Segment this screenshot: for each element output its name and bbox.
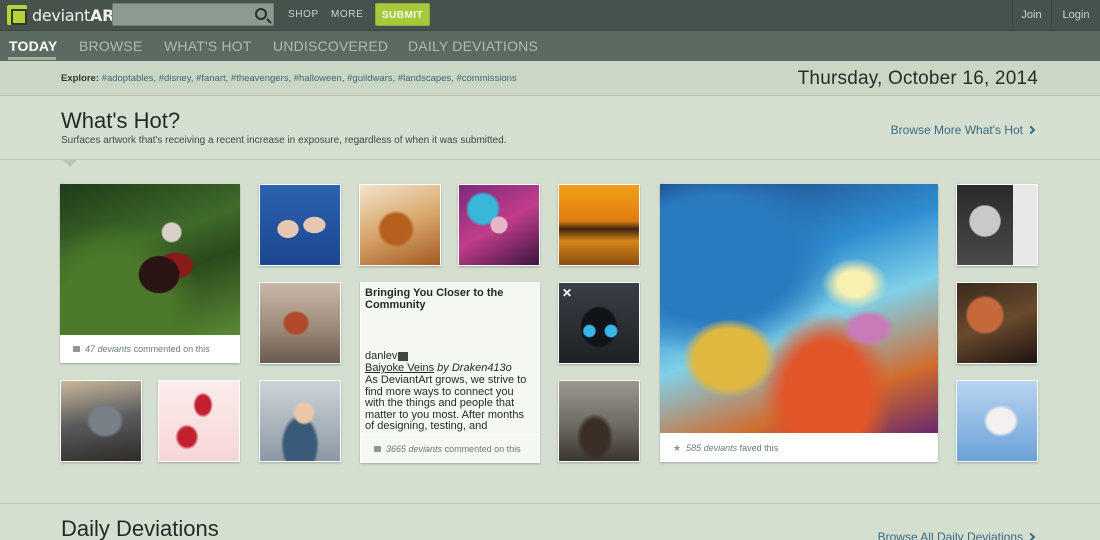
search-icon[interactable] bbox=[255, 8, 267, 20]
whats-hot-subtitle: Surfaces artwork that's receiving a rece… bbox=[61, 135, 507, 146]
tag-link[interactable]: #fanart bbox=[196, 73, 226, 84]
tag-link[interactable]: #theavengers bbox=[231, 73, 289, 84]
browse-all-label: Browse All Daily Deviations bbox=[877, 530, 1023, 540]
logo[interactable]: deviantART bbox=[7, 5, 124, 25]
tab-browse[interactable]: BROWSE bbox=[79, 38, 142, 54]
artwork-thumbnail[interactable] bbox=[458, 184, 540, 266]
artwork-thumbnail[interactable] bbox=[956, 184, 1038, 266]
artwork-thumbnail[interactable] bbox=[60, 184, 240, 335]
tag-link[interactable]: #landscapes bbox=[398, 73, 451, 84]
comment-icon bbox=[73, 346, 80, 352]
news-card-author[interactable]: danlev bbox=[365, 350, 409, 362]
daily-deviations-title: Daily Deviations bbox=[61, 516, 219, 540]
join-link[interactable]: Join bbox=[1012, 0, 1050, 31]
browse-more-label: Browse More What's Hot bbox=[890, 123, 1023, 137]
comment-count: 3665 deviants commented on this bbox=[361, 434, 539, 462]
tab-whats-hot[interactable]: WHAT'S HOT bbox=[164, 38, 252, 54]
section-divider bbox=[0, 159, 1100, 160]
whats-hot-title: What's Hot? bbox=[61, 108, 181, 133]
artwork-thumbnail[interactable] bbox=[259, 282, 341, 364]
staff-badge-icon bbox=[398, 351, 409, 361]
artwork-thumbnail[interactable] bbox=[60, 380, 142, 462]
artwork-thumbnail[interactable] bbox=[359, 184, 441, 266]
artwork-thumbnail[interactable] bbox=[259, 184, 341, 266]
artwork-thumbnail[interactable] bbox=[259, 380, 341, 462]
tab-daily-deviations[interactable]: DAILY DEVIATIONS bbox=[408, 38, 538, 54]
news-card-title[interactable]: Bringing You Closer to the Community bbox=[365, 287, 535, 311]
tag-link[interactable]: #commissions bbox=[456, 73, 516, 84]
search-box bbox=[112, 3, 274, 26]
tab-navigation: TODAY BROWSE WHAT'S HOT UNDISCOVERED DAI… bbox=[0, 31, 1100, 61]
comment-icon bbox=[374, 446, 381, 452]
tag-link[interactable]: #adoptables bbox=[102, 73, 154, 84]
news-card-body: As DeviantArt grows, we strive to find m… bbox=[365, 375, 527, 432]
artwork-thumbnail[interactable] bbox=[956, 380, 1038, 462]
comment-count: 47 deviants commented on this bbox=[60, 335, 240, 363]
news-card-artwork-credit: Baiyoke Veins by Draken413o bbox=[365, 362, 512, 374]
tag-link[interactable]: #guildwars bbox=[347, 73, 392, 84]
artwork-thumbnail[interactable] bbox=[558, 184, 640, 266]
explore-tags: Explore: #adoptables, #disney, #fanart, … bbox=[61, 73, 517, 84]
news-card[interactable]: Bringing You Closer to the Community dan… bbox=[360, 282, 540, 463]
star-icon: ★ bbox=[673, 443, 682, 453]
more-link[interactable]: MORE bbox=[331, 9, 363, 20]
artwork-thumbnail[interactable] bbox=[558, 380, 640, 462]
current-date: Thursday, October 16, 2014 bbox=[797, 68, 1038, 89]
section-divider bbox=[0, 503, 1100, 504]
tab-undiscovered[interactable]: UNDISCOVERED bbox=[273, 38, 388, 54]
tag-link[interactable]: #halloween bbox=[294, 73, 342, 84]
tag-link[interactable]: #disney bbox=[159, 73, 191, 84]
shop-link[interactable]: SHOP bbox=[288, 9, 319, 20]
artist-link[interactable]: Draken413o bbox=[452, 362, 512, 374]
login-link[interactable]: Login bbox=[1051, 0, 1100, 31]
logo-text: deviantART bbox=[32, 5, 125, 25]
close-icon[interactable]: ✕ bbox=[562, 286, 572, 300]
section-notch bbox=[62, 159, 78, 167]
feature-card-right[interactable]: ★ 585 deviants faved this bbox=[660, 184, 938, 462]
search-input[interactable] bbox=[113, 4, 251, 25]
browse-all-daily-deviations-link[interactable]: Browse All Daily Deviations bbox=[877, 530, 1036, 540]
top-bar: deviantART SHOP MORE SUBMIT Join Login bbox=[0, 0, 1100, 31]
artwork-title-link[interactable]: Baiyoke Veins bbox=[365, 362, 434, 374]
deviantart-logo-icon bbox=[7, 5, 27, 25]
active-tab-indicator bbox=[8, 57, 56, 60]
chevron-right-icon bbox=[1026, 532, 1036, 540]
feature-card-left[interactable]: 47 deviants commented on this bbox=[60, 184, 240, 363]
submit-button[interactable]: SUBMIT bbox=[375, 3, 430, 26]
fave-count: ★ 585 deviants faved this bbox=[660, 434, 938, 462]
artwork-thumbnail[interactable] bbox=[956, 282, 1038, 364]
artwork-thumbnail[interactable] bbox=[660, 184, 938, 433]
browse-more-whats-hot-link[interactable]: Browse More What's Hot bbox=[890, 123, 1036, 137]
artwork-thumbnail[interactable] bbox=[158, 380, 240, 462]
chevron-right-icon bbox=[1026, 125, 1036, 135]
tab-today[interactable]: TODAY bbox=[9, 38, 57, 54]
explore-bar: Explore: #adoptables, #disney, #fanart, … bbox=[0, 61, 1100, 96]
explore-label: Explore: bbox=[61, 73, 100, 84]
